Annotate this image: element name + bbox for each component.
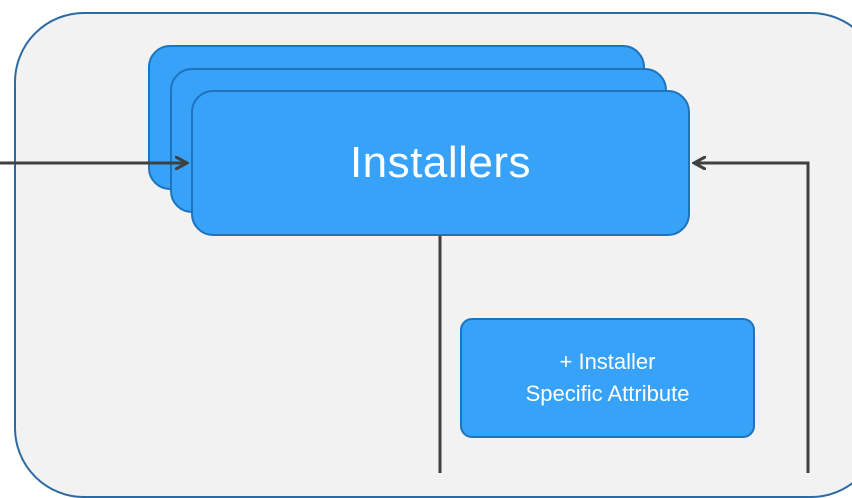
attribute-box-line2: Specific Attribute — [525, 381, 690, 406]
attribute-box[interactable]: + Installer Specific Attribute — [460, 318, 755, 438]
attribute-box-line1: + Installer — [559, 349, 656, 375]
